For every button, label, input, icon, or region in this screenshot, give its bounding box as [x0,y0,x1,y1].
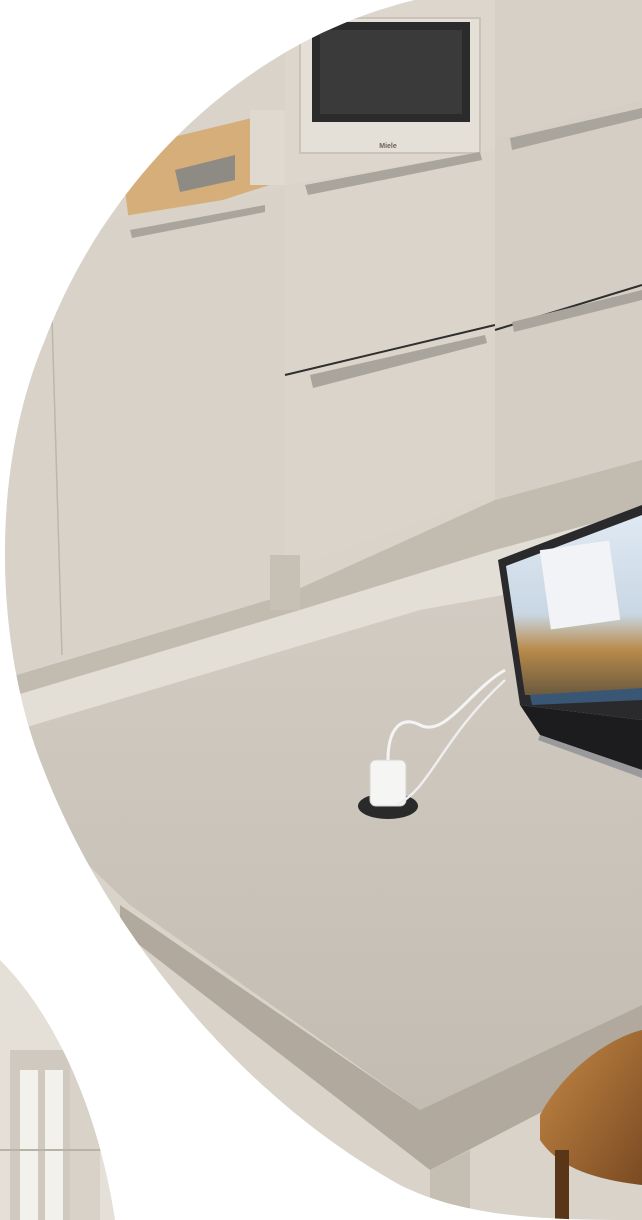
charger-adapter [369,759,407,807]
kitchen-photo: Miele [0,0,642,1220]
kitchen-scene: Miele [5,0,642,1220]
oven-brand-label: Miele [379,143,397,150]
room-photo-fragment [0,960,115,1220]
app-window [539,540,621,630]
left-cabinets [5,190,285,680]
photo-stage: Miele [0,0,642,1220]
